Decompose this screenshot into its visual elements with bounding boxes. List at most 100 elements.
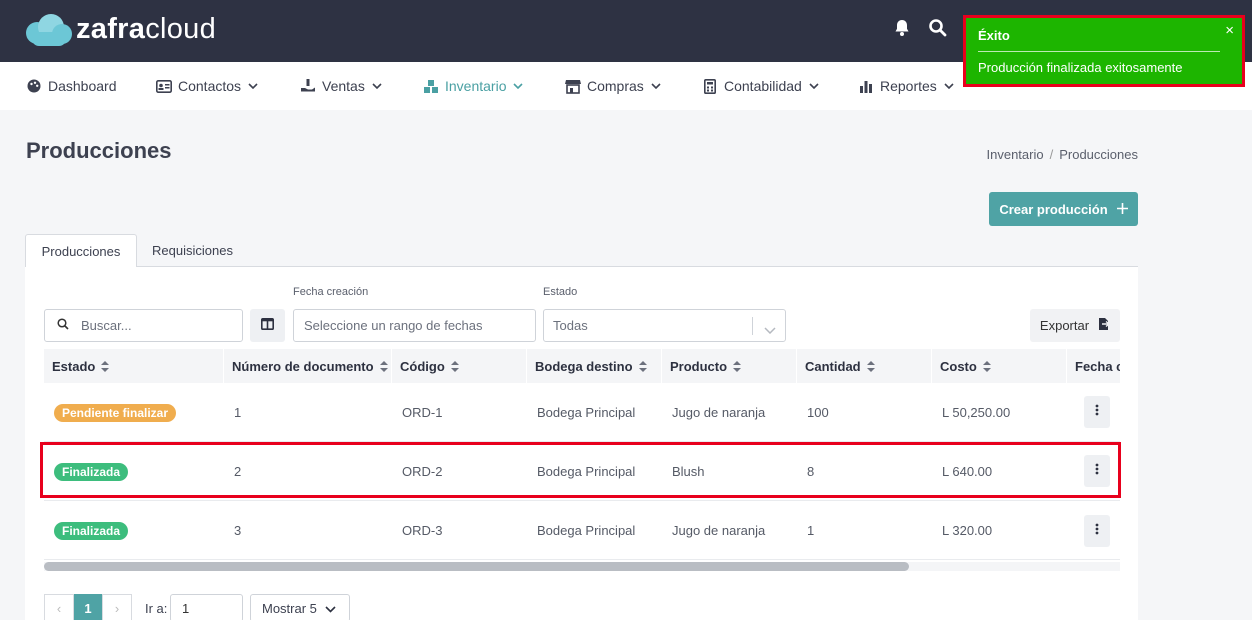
column-header-costo[interactable]: Costo (932, 349, 1067, 383)
horizontal-scrollbar-thumb[interactable] (44, 562, 909, 571)
create-production-label: Crear producción (999, 201, 1108, 217)
nav-item-compras[interactable]: Compras (565, 62, 661, 110)
quantity-cell: 100 (807, 405, 829, 420)
document-number-cell: 1 (234, 405, 242, 420)
export-label: Exportar (1039, 318, 1090, 333)
document-number-cell: 2 (234, 464, 242, 479)
page-size-select[interactable]: Mostrar 5 (250, 594, 350, 620)
row-actions-button[interactable] (1084, 455, 1110, 487)
table-header: Estado Número de documento Código Bodega… (44, 349, 1120, 383)
tab-producciones[interactable]: Producciones (25, 234, 137, 268)
date-label: Fecha creación (293, 286, 369, 298)
search-icon[interactable] (928, 18, 950, 40)
sort-icon (638, 360, 647, 372)
column-header-bodega[interactable]: Bodega destino (527, 349, 662, 383)
create-production-button[interactable]: Crear producción (989, 192, 1138, 226)
file-export-icon (1097, 317, 1111, 334)
status-badge: Pendiente finalizar (54, 403, 177, 422)
column-header-estado[interactable]: Estado (44, 349, 224, 383)
breadcrumb-producciones: Producciones (1059, 147, 1138, 162)
columns-icon (261, 317, 274, 335)
nav-item-contabilidad[interactable]: Contabilidad (702, 62, 819, 110)
status-badge: Finalizada (54, 521, 129, 540)
brand-logo[interactable]: zafracloud (26, 12, 216, 46)
nav-label: Reportes (880, 78, 937, 94)
column-header-cantidad[interactable]: Cantidad (797, 349, 932, 383)
column-header-codigo[interactable]: Código (392, 349, 527, 383)
chevron-right-icon: › (114, 600, 120, 616)
search-icon (57, 318, 69, 333)
close-icon[interactable]: × (1225, 22, 1234, 39)
toast-message: Producción finalizada exitosamente (978, 60, 1183, 75)
state-label: Estado (543, 286, 578, 298)
page-size-value: Mostrar 5 (262, 600, 317, 616)
next-page-button[interactable]: › (102, 594, 132, 620)
toast-title: Éxito (978, 28, 1010, 43)
table-row[interactable]: Finalizada 3 ORD-3 Bodega Principal Jugo… (44, 501, 1120, 560)
sort-icon (450, 360, 459, 372)
more-vertical-icon (1095, 462, 1099, 480)
sort-icon (101, 360, 110, 372)
state-select[interactable]: Todas (543, 309, 786, 342)
column-header-fecha[interactable]: Fecha c (1067, 349, 1120, 383)
chevron-down-icon (513, 83, 524, 89)
chevron-down-icon (944, 83, 954, 89)
nav-label: Contactos (178, 78, 242, 94)
sort-icon (982, 360, 991, 372)
more-vertical-icon (1095, 403, 1099, 421)
state-select-value: Todas (553, 318, 588, 333)
row-actions-button[interactable] (1084, 396, 1110, 428)
chevron-down-icon (325, 601, 336, 616)
hand-money-icon (300, 78, 316, 94)
nav-label: Dashboard (48, 78, 117, 94)
code-cell: ORD-2 (402, 464, 443, 479)
search-input[interactable]: Buscar... (44, 309, 243, 342)
search-placeholder: Buscar... (81, 318, 132, 333)
store-icon (565, 78, 581, 94)
nav-label: Inventario (445, 78, 507, 94)
page-button[interactable]: 1 (74, 594, 102, 620)
palette-icon (26, 78, 42, 94)
date-range-input[interactable]: Seleccione un rango de fechas (293, 309, 536, 342)
cost-cell: L 320.00 (942, 523, 993, 538)
chevron-down-icon (809, 83, 819, 89)
chevron-down-icon (248, 83, 258, 89)
warehouse-cell: Bodega Principal (537, 464, 636, 479)
warehouse-cell: Bodega Principal (537, 523, 636, 538)
nav-label: Ventas (322, 78, 365, 94)
nav-item-ventas[interactable]: Ventas (300, 62, 382, 110)
warehouse-cell: Bodega Principal (537, 405, 636, 420)
cloud-logo-icon (26, 12, 72, 46)
column-header-producto[interactable]: Producto (662, 349, 797, 383)
export-button[interactable]: Exportar (1030, 309, 1120, 342)
tab-requisiciones[interactable]: Requisiciones (137, 234, 248, 267)
cost-cell: L 50,250.00 (942, 405, 1011, 420)
quantity-cell: 8 (807, 464, 815, 479)
code-cell: ORD-1 (402, 405, 443, 420)
plus-icon (1116, 202, 1128, 217)
chevron-down-icon (651, 83, 661, 89)
breadcrumb-inventario[interactable]: Inventario (987, 147, 1044, 162)
document-number-cell: 3 (234, 523, 242, 538)
status-cell: Finalizada (54, 442, 129, 501)
row-actions-button[interactable] (1084, 515, 1110, 547)
goto-label: Ir a: (145, 601, 168, 616)
sort-icon (733, 360, 742, 372)
goto-page-input[interactable]: 1 (170, 594, 243, 620)
column-header-numero[interactable]: Número de documento (224, 349, 392, 383)
more-vertical-icon (1095, 522, 1099, 540)
nav-item-inventario[interactable]: Inventario (423, 62, 524, 110)
nav-item-reportes[interactable]: Reportes (858, 62, 954, 110)
previous-page-button[interactable]: ‹ (44, 594, 74, 620)
status-cell: Finalizada (54, 501, 129, 560)
nav-item-dashboard[interactable]: Dashboard (26, 62, 117, 110)
bell-icon[interactable] (892, 18, 914, 40)
page-title: Producciones (26, 138, 172, 163)
table-row[interactable]: Finalizada 2 ORD-2 Bodega Principal Blus… (44, 442, 1120, 501)
boxes-icon (423, 78, 439, 94)
nav-item-contactos[interactable]: Contactos (156, 62, 258, 110)
contact-card-icon (156, 78, 172, 94)
columns-toggle-button[interactable] (250, 309, 285, 342)
success-toast: Éxito × Producción finalizada exitosamen… (963, 15, 1245, 87)
table-row[interactable]: Pendiente finalizar 1 ORD-1 Bodega Princ… (44, 383, 1120, 442)
